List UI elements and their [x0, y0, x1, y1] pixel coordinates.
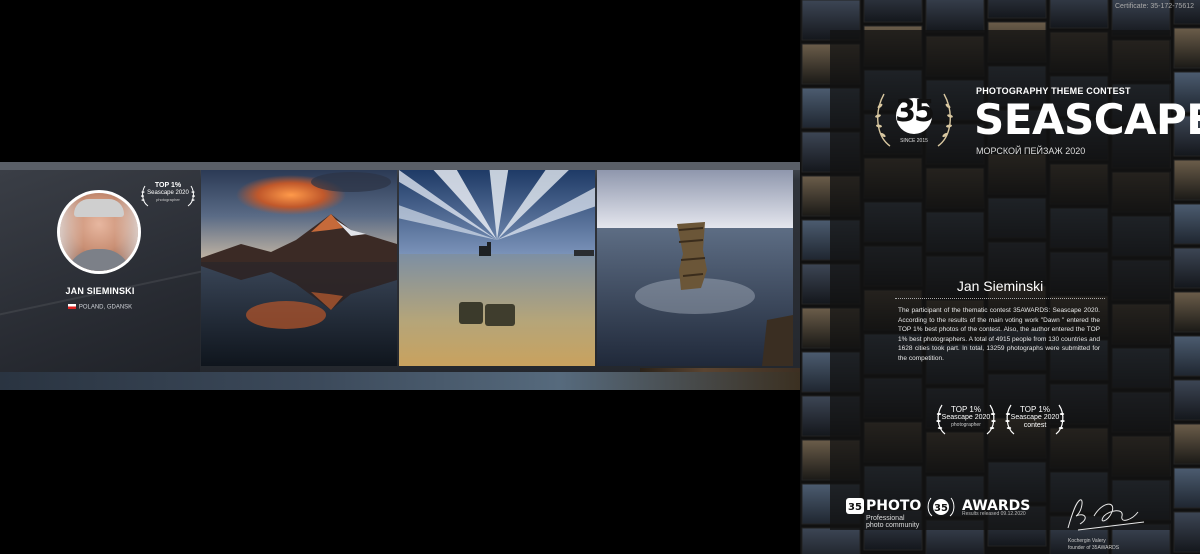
photographer-name[interactable]: JAN SIEMINSKI: [0, 286, 200, 296]
svg-text:35: 35: [934, 503, 948, 514]
photo-mountain-reflection[interactable]: [201, 170, 397, 366]
laurel-left-icon: [140, 185, 149, 207]
certificate-text: The participant of the thematic contest …: [898, 307, 1100, 362]
contest-banner: TOP 1% Seascape 2020 photographer JAN SI…: [0, 162, 800, 390]
photo-sea-stack[interactable]: [597, 170, 793, 366]
top1-photographer-badge: TOP 1% Seascape 2020 photographer: [140, 182, 196, 210]
certificate-code: Certificate: 35-172-75612: [1115, 3, 1194, 10]
contest-subtitle: МОРСКОЙ ПЕЙЗАЖ 2020: [976, 146, 1086, 156]
banner-top-strip: [0, 162, 800, 170]
svg-text:35: 35: [848, 502, 862, 513]
avatar[interactable]: [57, 190, 141, 274]
35awards-logo: 35 SINCE 2015: [872, 88, 956, 152]
certificate-recipient-name: Jan Sieminski: [956, 278, 1044, 294]
35photo-logo-icon: 35: [846, 498, 864, 514]
divider: [895, 298, 1105, 299]
top1-contest-badge: TOP 1% Seascape 2020 contest: [1004, 402, 1066, 436]
laurel-icon: [1005, 404, 1065, 435]
photo-long-exposure-clouds[interactable]: [399, 170, 595, 366]
top1-photographer-badge: TOP 1% Seascape 2020 photographer: [935, 402, 997, 436]
signature-icon: [1067, 499, 1145, 531]
banner-bottom-strip: [0, 372, 800, 390]
photographer-location: POLAND, GDANSK: [0, 304, 200, 311]
footer-photo-label: PHOTO: [866, 498, 922, 514]
certificate: Certificate: 35-172-75612 35 SINCE 2015 …: [800, 0, 1200, 554]
photographer-profile: TOP 1% Seascape 2020 photographer JAN SI…: [0, 170, 257, 372]
contest-title: SEASCAPE: [974, 95, 1200, 144]
laurel-icon: [936, 404, 996, 435]
poland-flag-icon: [67, 304, 76, 309]
laurel-right-icon: [187, 185, 196, 207]
35awards-logo-icon: 35: [927, 497, 955, 517]
avatar-photo: [60, 193, 138, 271]
